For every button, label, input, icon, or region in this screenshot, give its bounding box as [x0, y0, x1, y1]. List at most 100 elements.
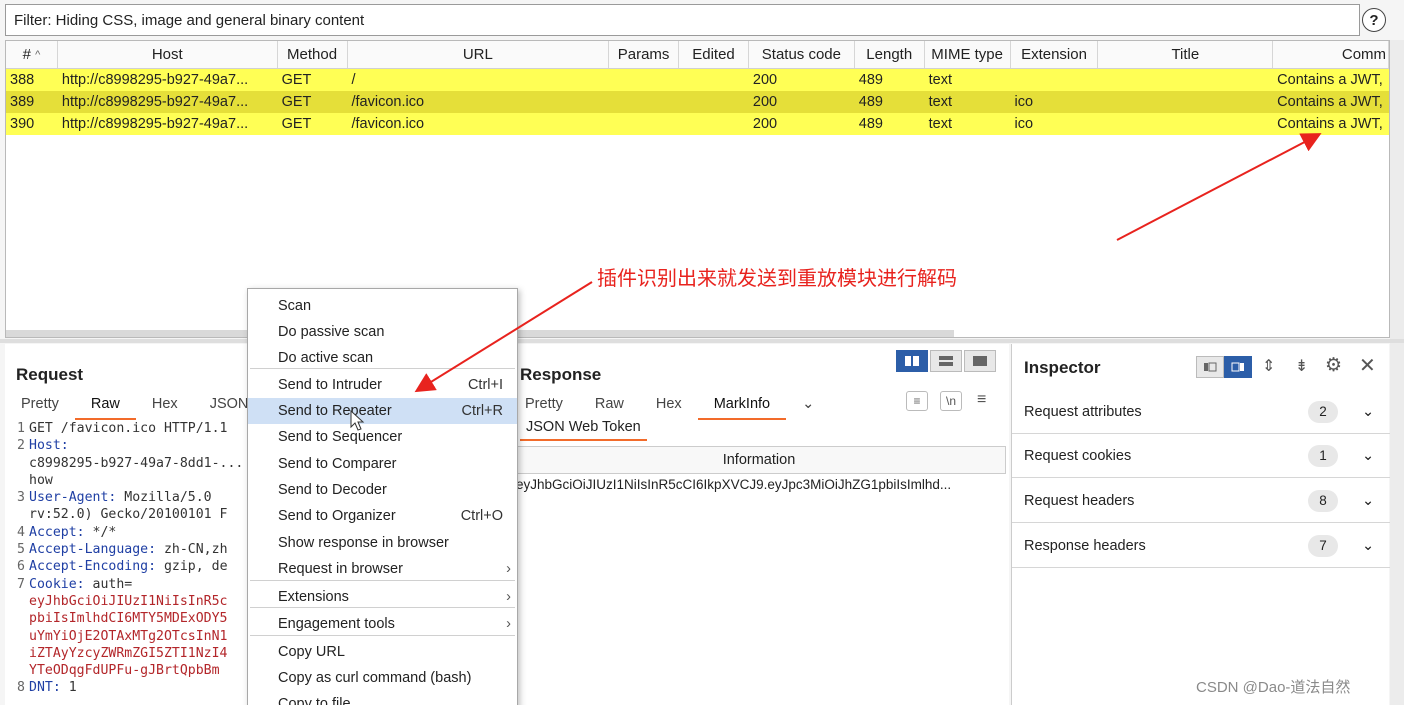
inspector-dock-right-icon[interactable]: [1224, 356, 1252, 378]
split-vertical-icon[interactable]: [896, 350, 928, 372]
column-header-url[interactable]: URL: [348, 41, 610, 68]
cell-mime: text: [928, 116, 953, 132]
line-number: 7: [17, 576, 25, 592]
menu-item-send-to-decoder[interactable]: Send to Decoder: [248, 477, 517, 503]
line-number: 8: [17, 680, 25, 696]
menu-item-send-to-sequencer[interactable]: Send to Sequencer: [248, 424, 517, 450]
gear-icon[interactable]: ⚙: [1325, 354, 1342, 377]
mouse-cursor-icon: [350, 410, 365, 431]
table-row[interactable]: 390 http://c8998295-b927-49a7... GET /fa…: [6, 113, 1389, 135]
count-badge: 2: [1308, 400, 1338, 423]
menu-item-label: Send to Decoder: [278, 482, 387, 498]
tab-raw[interactable]: Raw: [579, 392, 640, 420]
cell-method: GET: [281, 116, 312, 132]
inspector-panel: Inspector ⇕ ⇟ ⚙ ✕ Request attributes 2 ⌄…: [1011, 344, 1390, 705]
tab-raw[interactable]: Raw: [74, 392, 136, 420]
menu-item-send-to-organizer[interactable]: Send to Organizer Ctrl+O: [248, 503, 517, 529]
header-key: Accept-Encoding:: [29, 559, 157, 575]
chevron-down-icon[interactable]: ⌄: [1362, 404, 1374, 420]
menu-item-show-response-in-browser[interactable]: Show response in browser: [248, 530, 517, 556]
menu-item-label: Send to Organizer: [278, 508, 396, 524]
chevron-down-icon[interactable]: ⌄: [1362, 493, 1374, 509]
line-number: [5, 455, 29, 472]
header-value: gzip, de: [156, 559, 228, 575]
header-value: */*: [84, 524, 117, 540]
column-header-comment[interactable]: Comm: [1273, 41, 1389, 68]
response-tabs: Pretty Raw Hex MarkInfo ⌄: [525, 392, 830, 420]
tab-markinfo[interactable]: MarkInfo: [697, 392, 787, 420]
tab-pretty[interactable]: Pretty: [525, 392, 579, 420]
menu-item-label: Send to Sequencer: [278, 429, 403, 445]
table-row[interactable]: 389 http://c8998295-b927-49a7... GET /fa…: [6, 91, 1389, 113]
inspector-dock-left-icon[interactable]: [1196, 356, 1224, 378]
inspector-section-request-attributes[interactable]: Request attributes 2 ⌄: [1012, 390, 1390, 434]
chevron-down-icon[interactable]: ⌄: [1362, 448, 1374, 464]
column-header-length[interactable]: Length: [855, 41, 925, 68]
menu-separator: [250, 368, 515, 369]
inspector-section-request-headers[interactable]: Request headers 8 ⌄: [1012, 479, 1390, 523]
column-header-status-code[interactable]: Status code: [749, 41, 855, 68]
menu-item-do-passive-scan[interactable]: Do passive scan: [248, 319, 517, 345]
split-horizontal-icon[interactable]: [930, 350, 962, 372]
menu-item-copy-as-curl-command-bash[interactable]: Copy as curl command (bash): [248, 665, 517, 691]
tab-json-web-token[interactable]: JSON Web Token: [520, 419, 647, 441]
section-label: Request headers: [1024, 492, 1135, 509]
close-icon[interactable]: ✕: [1359, 353, 1376, 378]
header-key: Accept-Language:: [29, 542, 157, 558]
header-value: how: [29, 472, 53, 488]
header-value: 1: [60, 680, 77, 696]
tab-pretty[interactable]: Pretty: [5, 392, 75, 420]
menu-item-label: Do passive scan: [278, 324, 385, 340]
column-header-title[interactable]: Title: [1098, 41, 1274, 68]
menu-item-send-to-comparer[interactable]: Send to Comparer: [248, 451, 517, 477]
chevron-down-icon[interactable]: ⌄: [786, 392, 830, 420]
menu-item-scan[interactable]: Scan: [248, 293, 517, 319]
menu-icon[interactable]: ≡: [977, 391, 986, 409]
menu-item-request-in-browser[interactable]: Request in browser ›: [248, 556, 517, 582]
inspector-section-request-cookies[interactable]: Request cookies 1 ⌄: [1012, 434, 1390, 478]
column-header-method[interactable]: Method: [278, 41, 348, 68]
response-panel: Response Pretty Raw Hex MarkInfo ⌄ ≡ \n …: [511, 344, 1009, 705]
split-divider[interactable]: [0, 339, 1404, 343]
sort-ascending-icon: ^: [35, 48, 41, 61]
cell-number: 390: [10, 116, 35, 132]
line-number: [5, 506, 29, 523]
table-header: # ^ Host Method URL Params Edited Status…: [6, 41, 1389, 69]
menu-separator: [250, 580, 515, 581]
jwt-value[interactable]: eyJhbGciOiJIUzI1NiIsInR5cCI6IkpXVCJ9.eyJ…: [512, 477, 1006, 492]
filter-bar[interactable]: Filter: Hiding CSS, image and general bi…: [5, 4, 1360, 36]
header-value: rv:52.0) Gecko/20100101 F: [29, 507, 228, 523]
line-number: [5, 662, 29, 679]
cell-number: 389: [10, 94, 35, 110]
tab-hex[interactable]: Hex: [136, 392, 194, 420]
column-header-edited[interactable]: Edited: [679, 41, 749, 68]
menu-item-copy-to-file[interactable]: Copy to file: [248, 691, 517, 705]
layout-toggle: [896, 350, 996, 372]
column-header-host[interactable]: Host: [58, 41, 278, 68]
column-header-number[interactable]: # ^: [6, 41, 58, 68]
inspector-section-response-headers[interactable]: Response headers 7 ⌄: [1012, 524, 1390, 568]
menu-item-send-to-intruder[interactable]: Send to Intruder Ctrl+I: [248, 372, 517, 398]
help-icon[interactable]: ?: [1362, 8, 1386, 32]
tab-hex[interactable]: Hex: [640, 392, 698, 420]
cell-number: 388: [10, 72, 35, 88]
menu-item-engagement-tools[interactable]: Engagement tools ›: [248, 611, 517, 637]
show-newlines-icon[interactable]: \n: [940, 391, 962, 411]
column-header-params[interactable]: Params: [609, 41, 680, 68]
chevron-down-icon[interactable]: ⌄: [1362, 538, 1374, 554]
column-header-mime-type[interactable]: MIME type: [925, 41, 1011, 68]
menu-item-send-to-repeater[interactable]: Send to Repeater Ctrl+R: [248, 398, 517, 424]
header-key: Accept:: [29, 524, 85, 540]
line-number: 2: [17, 438, 25, 454]
expand-all-icon[interactable]: ⇕: [1262, 356, 1275, 376]
section-label: Request attributes: [1024, 403, 1142, 420]
vertical-scrollbar[interactable]: [1390, 40, 1404, 705]
menu-item-copy-url[interactable]: Copy URL: [248, 639, 517, 665]
table-row[interactable]: 388 http://c8998295-b927-49a7... GET / 2…: [6, 69, 1389, 91]
wrap-lines-icon[interactable]: ≡: [906, 391, 928, 411]
collapse-all-icon[interactable]: ⇟: [1295, 356, 1308, 376]
line-number: 5: [17, 542, 25, 558]
cell-length: 489: [858, 94, 883, 110]
column-header-extension[interactable]: Extension: [1011, 41, 1099, 68]
single-pane-icon[interactable]: [964, 350, 996, 372]
